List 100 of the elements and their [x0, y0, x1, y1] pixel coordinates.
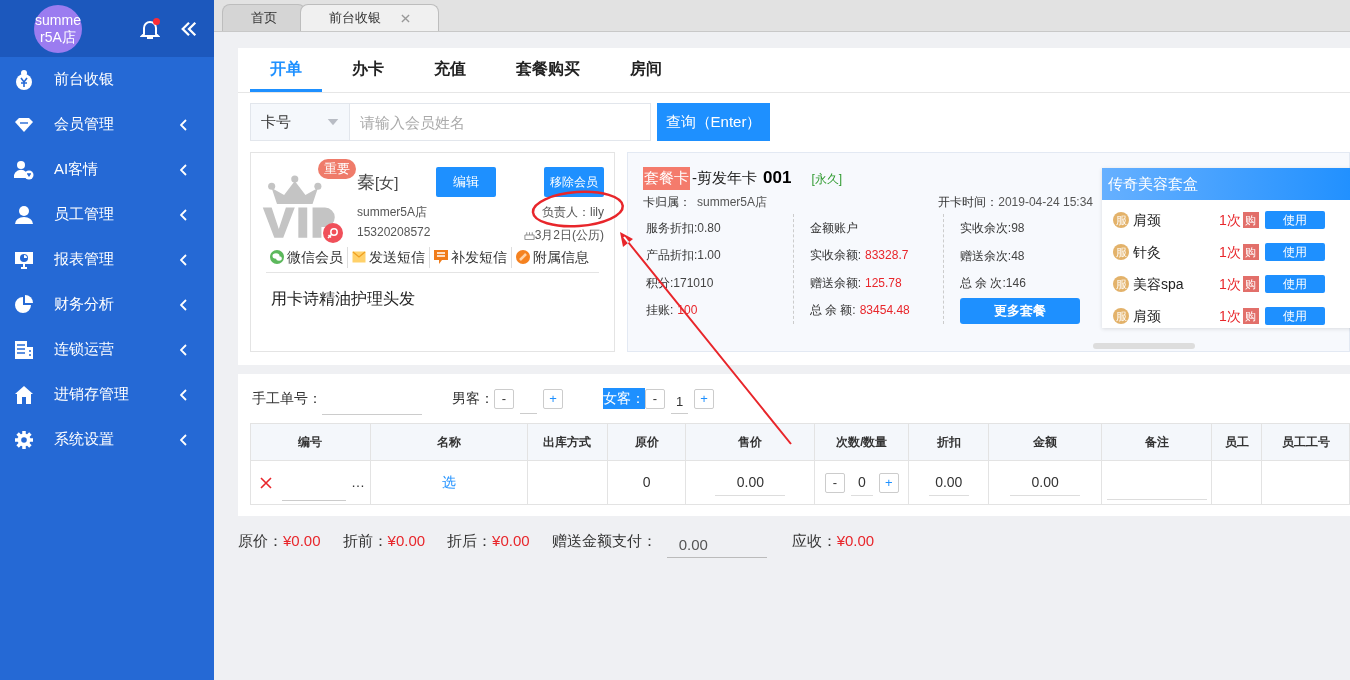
close-icon — [401, 13, 410, 23]
package-item-name: 肩颈 — [1133, 210, 1162, 230]
member-action-link[interactable]: 微信会员 — [266, 246, 347, 268]
column-header: 金额 — [988, 423, 1102, 461]
decrement-button[interactable]: - — [824, 472, 845, 493]
sub-tab[interactable]: 办卡 — [332, 48, 404, 92]
sub-tab[interactable]: 房间 — [610, 48, 682, 92]
remove-member-button[interactable]: 移除会员 — [544, 167, 604, 197]
amount-due: 应收：¥0.00 — [791, 530, 875, 551]
total-item: 折前：¥0.00 — [342, 530, 426, 551]
package-item-count: 1次 — [1219, 210, 1241, 230]
search-type-label: 卡号 — [261, 111, 291, 132]
column-header: 原价 — [607, 423, 686, 461]
discount-field[interactable]: 0.00 — [928, 469, 969, 496]
service-tag: 服 — [1113, 244, 1129, 260]
sidebar-menu-item[interactable]: AI客情 — [0, 147, 214, 192]
guest-label: 男客： — [452, 389, 494, 408]
package-item-count: 1次 — [1219, 306, 1241, 326]
member-action-link[interactable]: 附属信息 — [511, 246, 593, 268]
birthday-text: 3月2日(公历) — [534, 227, 604, 244]
card-field: 金额账户 — [809, 214, 943, 242]
column-header: 员工工号 — [1261, 423, 1350, 461]
use-button[interactable]: 使用 — [1264, 275, 1325, 293]
guest-count-field[interactable]: 1 — [671, 391, 688, 414]
price-field[interactable]: 0.00 — [715, 469, 786, 496]
increment-button[interactable]: + — [694, 388, 714, 409]
amount-field[interactable]: 0.00 — [1010, 469, 1081, 496]
original-price: 0 — [642, 474, 651, 490]
horizontal-scrollbar[interactable] — [1093, 343, 1195, 349]
delete-icon — [260, 476, 272, 489]
total-item: 折后：¥0.00 — [447, 530, 530, 551]
use-button[interactable]: 使用 — [1264, 211, 1325, 229]
card-field: 服务折扣:0.80 — [646, 214, 793, 242]
column-header: 编号 — [250, 423, 371, 461]
service-tag: 服 — [1113, 308, 1129, 324]
package-item-name: 美容spa — [1133, 274, 1185, 294]
increment-button[interactable]: + — [543, 388, 563, 409]
pie-chart-icon — [14, 294, 34, 315]
page-tab[interactable]: 前台收银 — [300, 4, 439, 31]
buy-tag[interactable]: 购 — [1242, 276, 1259, 292]
user-heart-icon — [14, 159, 34, 180]
importance-badge: 重要 — [318, 159, 356, 179]
decrement-button[interactable]: - — [494, 388, 514, 409]
decrement-button[interactable]: - — [645, 388, 665, 409]
edit-button[interactable]: 编辑 — [436, 167, 496, 197]
increment-button[interactable]: + — [878, 472, 899, 493]
sidebar-menu-item[interactable]: 系统设置 — [0, 417, 214, 462]
wechat-icon — [270, 250, 284, 264]
buy-tag[interactable]: 购 — [1242, 244, 1259, 260]
sidebar-menu-item[interactable]: 进销存管理 — [0, 372, 214, 417]
sub-tab[interactable]: 套餐购买 — [496, 48, 600, 92]
house-icon — [14, 384, 34, 405]
bell-icon[interactable] — [140, 17, 160, 40]
card-field: 总 余 次:146 — [959, 269, 1093, 298]
more-packages-button[interactable]: 更多套餐 — [959, 298, 1080, 324]
envelope-icon — [352, 250, 366, 264]
search-button[interactable]: 查询（Enter） — [657, 103, 770, 141]
buy-tag[interactable]: 购 — [1242, 212, 1259, 228]
card-field: 赠送余次:48 — [959, 241, 1093, 270]
cake-icon — [523, 230, 535, 240]
use-button[interactable]: 使用 — [1264, 243, 1325, 261]
monitor-chart-icon — [14, 249, 34, 270]
gift-payment-field[interactable]: 0.00 — [666, 530, 767, 558]
column-header: 员工 — [1211, 423, 1262, 461]
quantity-field[interactable]: 0 — [850, 469, 873, 496]
card-field: 赠送余额: 125.78 — [809, 269, 943, 297]
sidebar-menu-item[interactable]: 员工管理 — [0, 192, 214, 237]
search-type-select[interactable]: 卡号 — [250, 103, 350, 141]
sidebar-menu-item[interactable]: 会员管理 — [0, 102, 214, 147]
phone-number: 15320208572 — [357, 224, 431, 241]
package-item-count: 1次 — [1219, 242, 1241, 262]
sub-tab[interactable]: 充值 — [414, 48, 486, 92]
collapse-icon[interactable] — [180, 19, 198, 38]
building-icon — [14, 339, 34, 360]
member-action-link[interactable]: 补发短信 — [429, 246, 511, 268]
card-field: 总 余 额: 83454.48 — [809, 296, 943, 324]
card-field: 实收余次:98 — [959, 214, 1093, 242]
settings-icon — [14, 429, 34, 450]
dropdown-caret-icon — [327, 118, 339, 126]
use-button[interactable]: 使用 — [1264, 307, 1325, 325]
buy-tag[interactable]: 购 — [1242, 308, 1259, 324]
store-avatar[interactable]: summer5A店 — [34, 4, 82, 53]
member-note: 用卡诗精油护理头发 — [270, 289, 416, 309]
column-header: 折扣 — [908, 423, 989, 461]
sidebar-menu-item[interactable]: 连锁运营 — [0, 327, 214, 372]
link-icon — [516, 250, 530, 264]
money-bag-icon — [14, 69, 34, 90]
sidebar-menu-item[interactable]: 财务分析 — [0, 282, 214, 327]
column-header: 名称 — [370, 423, 528, 461]
guest-label: 女客： — [603, 388, 645, 409]
manual-order-label: 手工单号： — [252, 389, 322, 408]
column-header: 出库方式 — [527, 423, 608, 461]
total-item: 原价：¥0.00 — [238, 530, 321, 551]
more-button[interactable]: … — [351, 472, 365, 493]
sidebar-menu-item[interactable]: 报表管理 — [0, 237, 214, 282]
member-name-input[interactable]: 请输入会员姓名 — [350, 103, 651, 141]
sidebar-menu-item[interactable]: 前台收银 — [0, 57, 214, 102]
select-item-link[interactable]: 选 — [441, 474, 456, 490]
member-action-link[interactable]: 发送短信 — [347, 246, 429, 268]
sub-tab[interactable]: 开单 — [250, 48, 322, 92]
